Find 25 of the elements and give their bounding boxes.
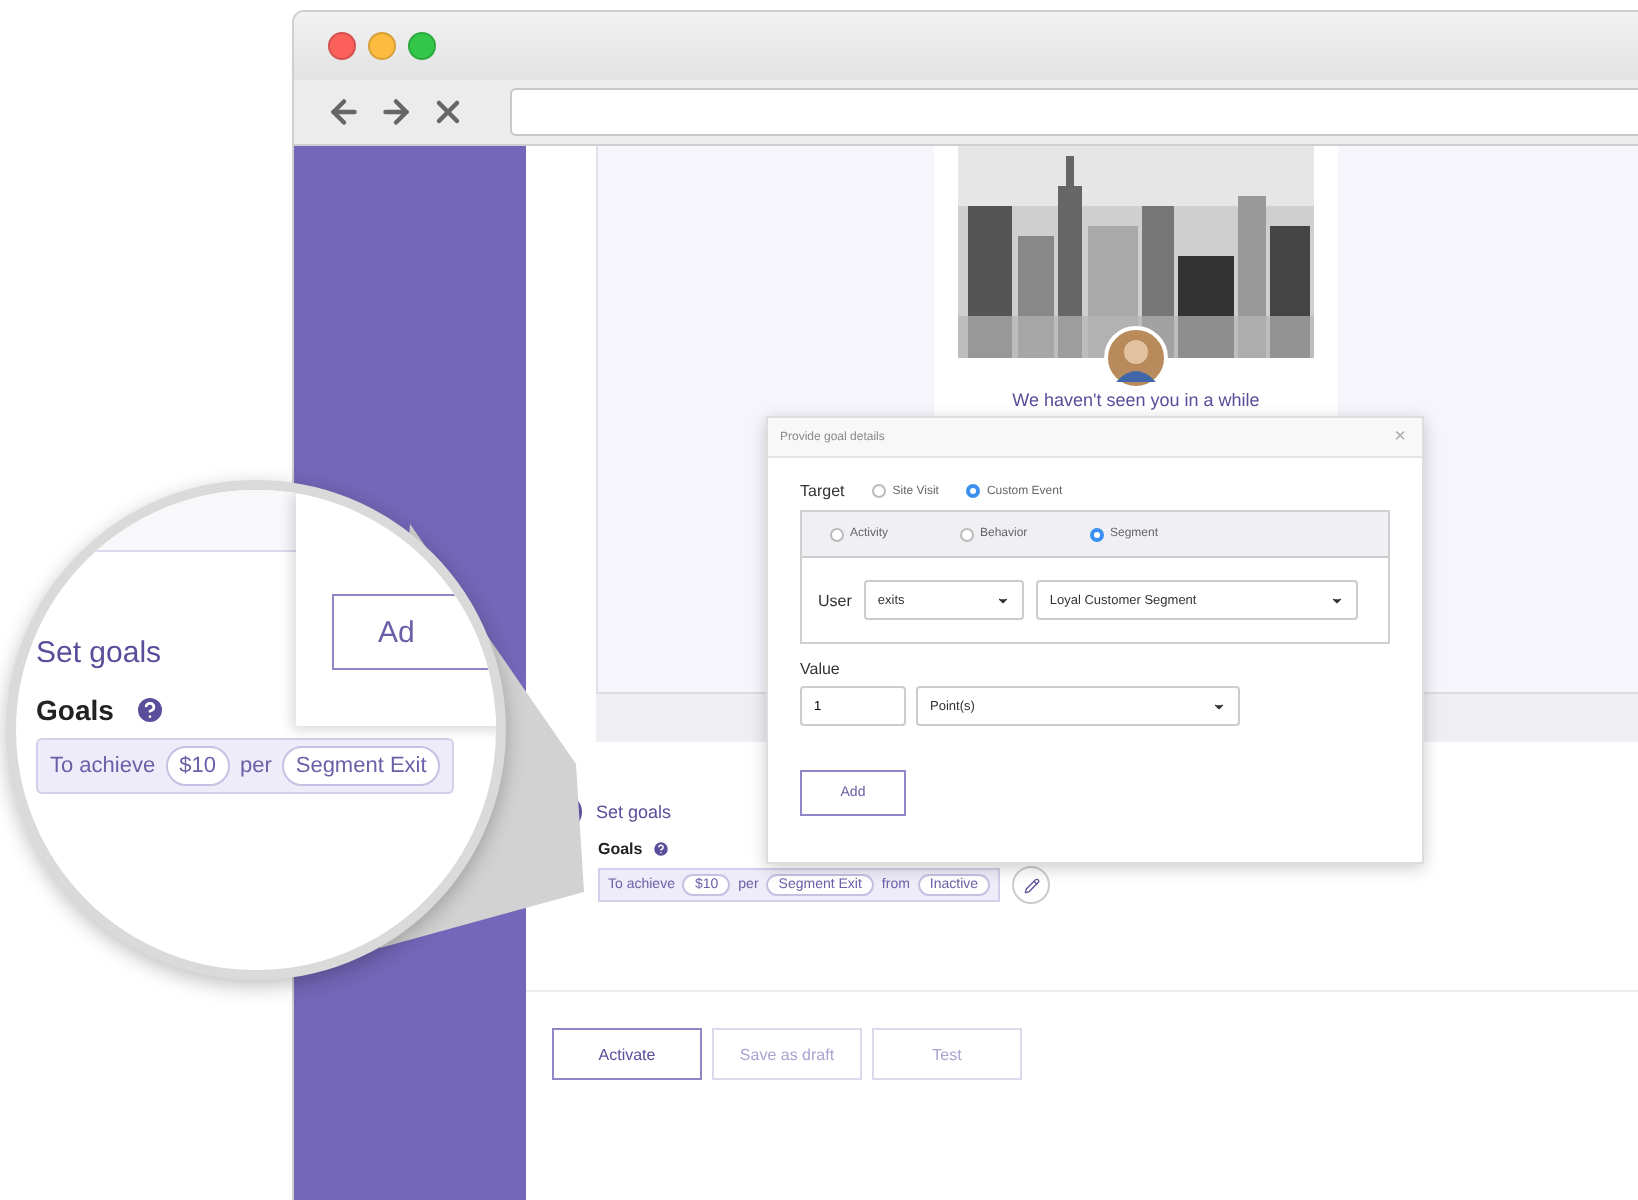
help-icon[interactable] xyxy=(133,694,166,726)
back-icon[interactable] xyxy=(326,94,362,130)
help-icon[interactable] xyxy=(652,840,671,858)
step-title: Set goals xyxy=(596,802,672,822)
goal-text: per xyxy=(239,754,272,778)
caret-icon xyxy=(995,593,1010,607)
caret-icon xyxy=(1212,699,1226,713)
caret-icon xyxy=(1329,593,1344,607)
edit-button[interactable] xyxy=(1012,866,1051,904)
action-button[interactable]: Activate xyxy=(552,1028,702,1080)
goal-text: To achieve xyxy=(50,754,156,778)
pencil-icon xyxy=(1023,877,1040,893)
forward-icon[interactable] xyxy=(378,94,414,130)
value-label: Value xyxy=(800,660,842,678)
goals-label: Goals xyxy=(36,694,114,726)
target-label: Target xyxy=(800,482,845,500)
headline: We haven't seen you in a while xyxy=(1012,392,1260,410)
goal-token[interactable]: Segment Exit xyxy=(281,746,441,786)
avatar-icon xyxy=(1104,326,1168,390)
user-label: User xyxy=(818,591,852,609)
zoom-light[interactable] xyxy=(408,32,436,60)
close-light[interactable] xyxy=(328,32,356,60)
goal-token[interactable]: $10 xyxy=(165,746,230,786)
goals-label: Goals xyxy=(598,840,643,858)
step-title: Set goals xyxy=(36,636,162,670)
